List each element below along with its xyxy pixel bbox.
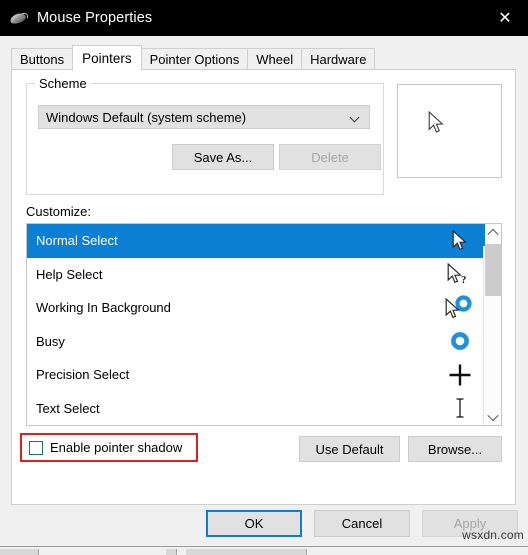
pointers-tab-page: Scheme Windows Default (system scheme) S… — [11, 69, 516, 505]
close-icon: ✕ — [498, 8, 512, 27]
mouse-properties-dialog: Mouse Properties ✕ Buttons Pointers Poin… — [0, 0, 528, 546]
ok-button[interactable]: OK — [206, 510, 302, 537]
scheme-dropdown-value: Windows Default (system scheme) — [46, 109, 247, 125]
pointer-preview-box — [397, 84, 502, 178]
list-item-normal-select[interactable]: Normal Select — [27, 224, 501, 258]
ibeam-cursor-icon — [443, 392, 477, 426]
tab-hardware[interactable]: Hardware — [301, 48, 376, 70]
list-scrollbar[interactable] — [483, 224, 501, 425]
delete-button: Delete — [279, 144, 381, 170]
arrow-question-cursor-icon: ? — [443, 258, 477, 292]
list-item-label: Precision Select — [36, 367, 130, 383]
list-item-label: Help Select — [36, 266, 103, 282]
title-bar: Mouse Properties ✕ — [0, 0, 528, 36]
list-item-label: Working In Background — [36, 300, 171, 316]
crosshair-cursor-icon — [443, 358, 477, 392]
scroll-up-button[interactable] — [484, 224, 501, 241]
tab-wheel[interactable]: Wheel — [247, 48, 303, 70]
tab-pointers[interactable]: Pointers — [72, 45, 142, 71]
busy-ring-cursor-icon — [443, 325, 477, 359]
list-item-busy[interactable]: Busy — [27, 325, 501, 359]
tab-pointer-options[interactable]: Pointer Options — [140, 48, 249, 70]
enable-pointer-shadow-checkbox[interactable] — [29, 440, 43, 455]
scrollbar-thumb[interactable] — [485, 244, 501, 296]
list-item-precision-select[interactable]: Precision Select — [27, 358, 501, 392]
cancel-button[interactable]: Cancel — [314, 510, 410, 537]
scheme-dropdown[interactable]: Windows Default (system scheme) — [38, 105, 370, 129]
arrow-busy-cursor-icon — [443, 291, 477, 325]
chevron-up-icon — [486, 228, 499, 240]
scroll-down-button[interactable] — [484, 408, 501, 425]
save-as-button[interactable]: Save As... — [172, 144, 274, 170]
chevron-down-icon — [351, 114, 360, 120]
list-item-help-select[interactable]: Help Select ? — [27, 258, 501, 292]
tab-buttons[interactable]: Buttons — [11, 48, 74, 70]
watermark: wsxdn.com — [462, 528, 524, 542]
mouse-icon — [9, 9, 28, 27]
chevron-down-icon — [486, 409, 499, 421]
list-item-label: Text Select — [36, 400, 100, 416]
close-button[interactable]: ✕ — [482, 0, 528, 36]
enable-pointer-shadow-label: Enable pointer shadow — [50, 440, 183, 455]
scheme-group-label: Scheme — [35, 76, 91, 91]
scheme-group: Scheme Windows Default (system scheme) S… — [26, 76, 384, 195]
dialog-button-bar: OK Cancel Apply — [0, 510, 528, 546]
use-default-button[interactable]: Use Default — [299, 436, 400, 462]
tab-strip: Buttons Pointers Pointer Options Wheel H… — [11, 45, 528, 71]
svg-text:?: ? — [461, 274, 467, 285]
list-item-label: Busy — [36, 333, 65, 349]
window-title: Mouse Properties — [37, 10, 153, 26]
customize-label: Customize: — [26, 204, 92, 219]
arrow-cursor-icon — [443, 224, 477, 258]
cursor-list[interactable]: Normal Select Help Select ? Working In B… — [26, 223, 502, 426]
list-item-label: Normal Select — [36, 233, 118, 249]
arrow-cursor-icon — [428, 110, 445, 140]
list-item-text-select[interactable]: Text Select — [27, 392, 501, 426]
browse-button[interactable]: Browse... — [408, 436, 502, 462]
list-item-working-in-background[interactable]: Working In Background — [27, 291, 501, 325]
enable-pointer-shadow-checkbox-row[interactable]: Enable pointer shadow — [29, 440, 182, 455]
